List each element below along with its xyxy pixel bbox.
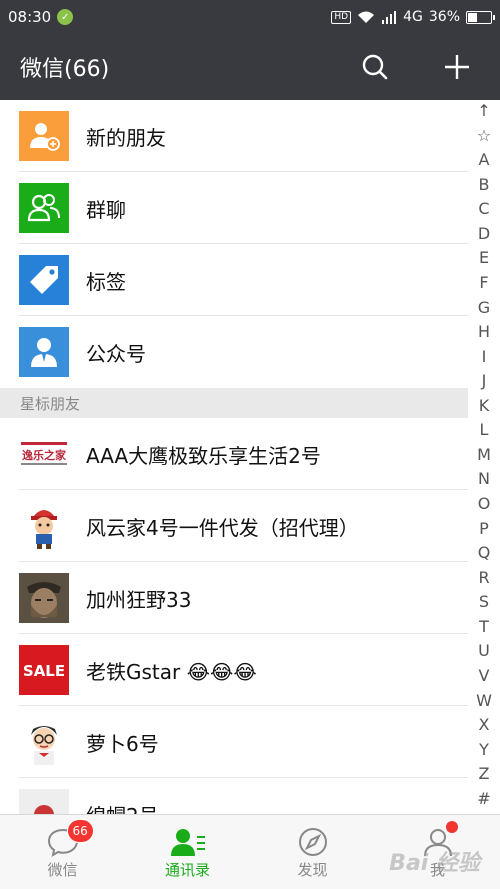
unread-badge: 66 xyxy=(66,818,94,843)
index-letter[interactable]: ↑ xyxy=(477,100,490,122)
index-letter[interactable]: N xyxy=(478,468,490,490)
plus-icon xyxy=(445,55,469,79)
index-letter[interactable]: S xyxy=(479,591,489,613)
compass-icon xyxy=(298,827,327,856)
status-time: 08:30 xyxy=(8,8,52,26)
list-item-label: 公众号 xyxy=(86,341,146,366)
list-item-label: 新的朋友 xyxy=(86,125,166,150)
index-letter[interactable]: W xyxy=(476,690,492,712)
index-letter[interactable]: I xyxy=(482,346,487,368)
index-letter[interactable]: H xyxy=(478,321,490,343)
contact-name: AAA大鹰极致乐享生活2号 xyxy=(86,443,321,468)
contact-name: 萝卜6号 xyxy=(86,731,159,756)
contact-row[interactable]: SALE 老铁Gstar 😂😂😂 xyxy=(0,634,468,706)
tab-label: 发现 xyxy=(297,860,328,879)
watermark: Bai 经验 xyxy=(389,851,480,876)
list-item-label: 标签 xyxy=(86,269,126,294)
contact-name-text: 老铁Gstar xyxy=(86,659,181,684)
index-letter[interactable]: E xyxy=(479,247,489,269)
contact-avatar xyxy=(19,573,69,623)
list-item-label: 群聊 xyxy=(86,197,126,222)
contact-name: 老铁Gstar 😂😂😂 xyxy=(86,656,257,685)
index-letter[interactable]: T xyxy=(479,616,489,638)
tab-contacts[interactable]: 通讯录 xyxy=(125,815,250,889)
list-item-tags[interactable]: 标签 xyxy=(0,244,468,316)
list-item-official-accounts[interactable]: 公众号 xyxy=(0,316,468,388)
index-letter[interactable]: F xyxy=(479,272,488,294)
contact-row[interactable]: 萝卜6号 xyxy=(0,706,468,778)
index-letter[interactable]: L xyxy=(480,419,489,441)
new-friend-icon xyxy=(19,111,69,161)
tab-label: 微信 xyxy=(47,860,78,879)
contact-row[interactable]: 加州狂野33 xyxy=(0,562,468,634)
index-letter[interactable]: U xyxy=(478,640,490,662)
signal-icon xyxy=(382,11,397,24)
contacts-list[interactable]: 新的朋友 群聊 标签 公众号 星标朋友 逸乐之家 AAA大鹰极致乐享生活2号 风… xyxy=(0,100,468,814)
network-type: 4G xyxy=(403,9,423,25)
index-letter[interactable]: K xyxy=(479,395,490,417)
bottom-tab-bar: 66 微信 通讯录 发现 我 Bai 经验 xyxy=(0,814,500,889)
contacts-icon xyxy=(170,828,205,856)
contact-row[interactable]: 绵帽2号 xyxy=(0,778,468,814)
hd-icon: HD xyxy=(331,10,352,24)
contact-avatar xyxy=(19,501,69,551)
index-letter[interactable]: D xyxy=(478,223,490,245)
index-letter[interactable]: G xyxy=(478,297,490,319)
contact-name: 风云家4号一件代发（招代理） xyxy=(86,515,359,540)
emoji: 😂😂😂 xyxy=(186,659,257,684)
list-item-group-chats[interactable]: 群聊 xyxy=(0,172,468,244)
notification-icon: ✓ xyxy=(57,9,74,25)
contact-avatar xyxy=(19,789,69,814)
contact-avatar: SALE xyxy=(19,645,69,695)
contact-row[interactable]: 逸乐之家 AAA大鹰极致乐享生活2号 xyxy=(0,418,468,490)
index-letter[interactable]: Q xyxy=(478,542,491,564)
avatar-logo-text: SALE xyxy=(23,662,65,680)
index-letter[interactable]: Z xyxy=(479,763,490,785)
index-letter[interactable]: R xyxy=(478,567,489,589)
index-letter[interactable]: O xyxy=(478,493,491,515)
index-letter[interactable]: # xyxy=(477,788,490,810)
notification-dot xyxy=(445,820,458,833)
search-icon xyxy=(362,54,388,80)
index-letter[interactable]: M xyxy=(477,444,491,466)
index-letter[interactable]: C xyxy=(478,198,489,220)
search-button[interactable] xyxy=(360,52,390,82)
battery-percent: 36% xyxy=(428,9,460,25)
contact-avatar: 逸乐之家 xyxy=(19,429,69,479)
tab-label: 通讯录 xyxy=(164,860,210,879)
index-letter[interactable]: Y xyxy=(479,739,489,761)
contact-avatar xyxy=(19,717,69,767)
official-account-icon xyxy=(19,327,69,377)
page-title: 微信(66) xyxy=(20,57,110,82)
app-header: 微信(66) xyxy=(0,34,500,100)
index-letter[interactable]: V xyxy=(479,665,490,687)
tab-discover[interactable]: 发现 xyxy=(250,815,375,889)
list-item-new-friends[interactable]: 新的朋友 xyxy=(0,100,468,172)
index-letter[interactable]: A xyxy=(479,149,490,171)
contact-name: 绵帽2号 xyxy=(86,800,159,815)
section-header-starred: 星标朋友 xyxy=(0,388,468,418)
add-button[interactable] xyxy=(442,52,472,82)
contact-name: 加州狂野33 xyxy=(86,587,192,612)
tab-chats[interactable]: 66 微信 xyxy=(0,815,125,889)
index-letter[interactable]: ☆ xyxy=(477,125,491,147)
index-letter[interactable]: X xyxy=(479,714,490,736)
avatar-logo-text: 逸乐之家 xyxy=(22,448,67,462)
status-bar: 08:30 ✓ HD 4G 36% xyxy=(0,0,500,34)
contact-row[interactable]: 风云家4号一件代发（招代理） xyxy=(0,490,468,562)
status-indicators: HD 4G 36% xyxy=(331,9,495,25)
index-letter[interactable]: P xyxy=(479,518,489,540)
wifi-icon xyxy=(358,11,375,23)
tag-icon xyxy=(19,255,69,305)
index-letter[interactable]: B xyxy=(479,174,490,196)
index-letter[interactable]: J xyxy=(482,370,487,392)
battery-icon xyxy=(466,10,495,24)
group-chat-icon xyxy=(19,183,69,233)
alphabet-index-bar[interactable]: ↑ ☆ A B C D E F G H I J K L M N O P Q R S T U V W X Y Z # xyxy=(470,100,498,812)
